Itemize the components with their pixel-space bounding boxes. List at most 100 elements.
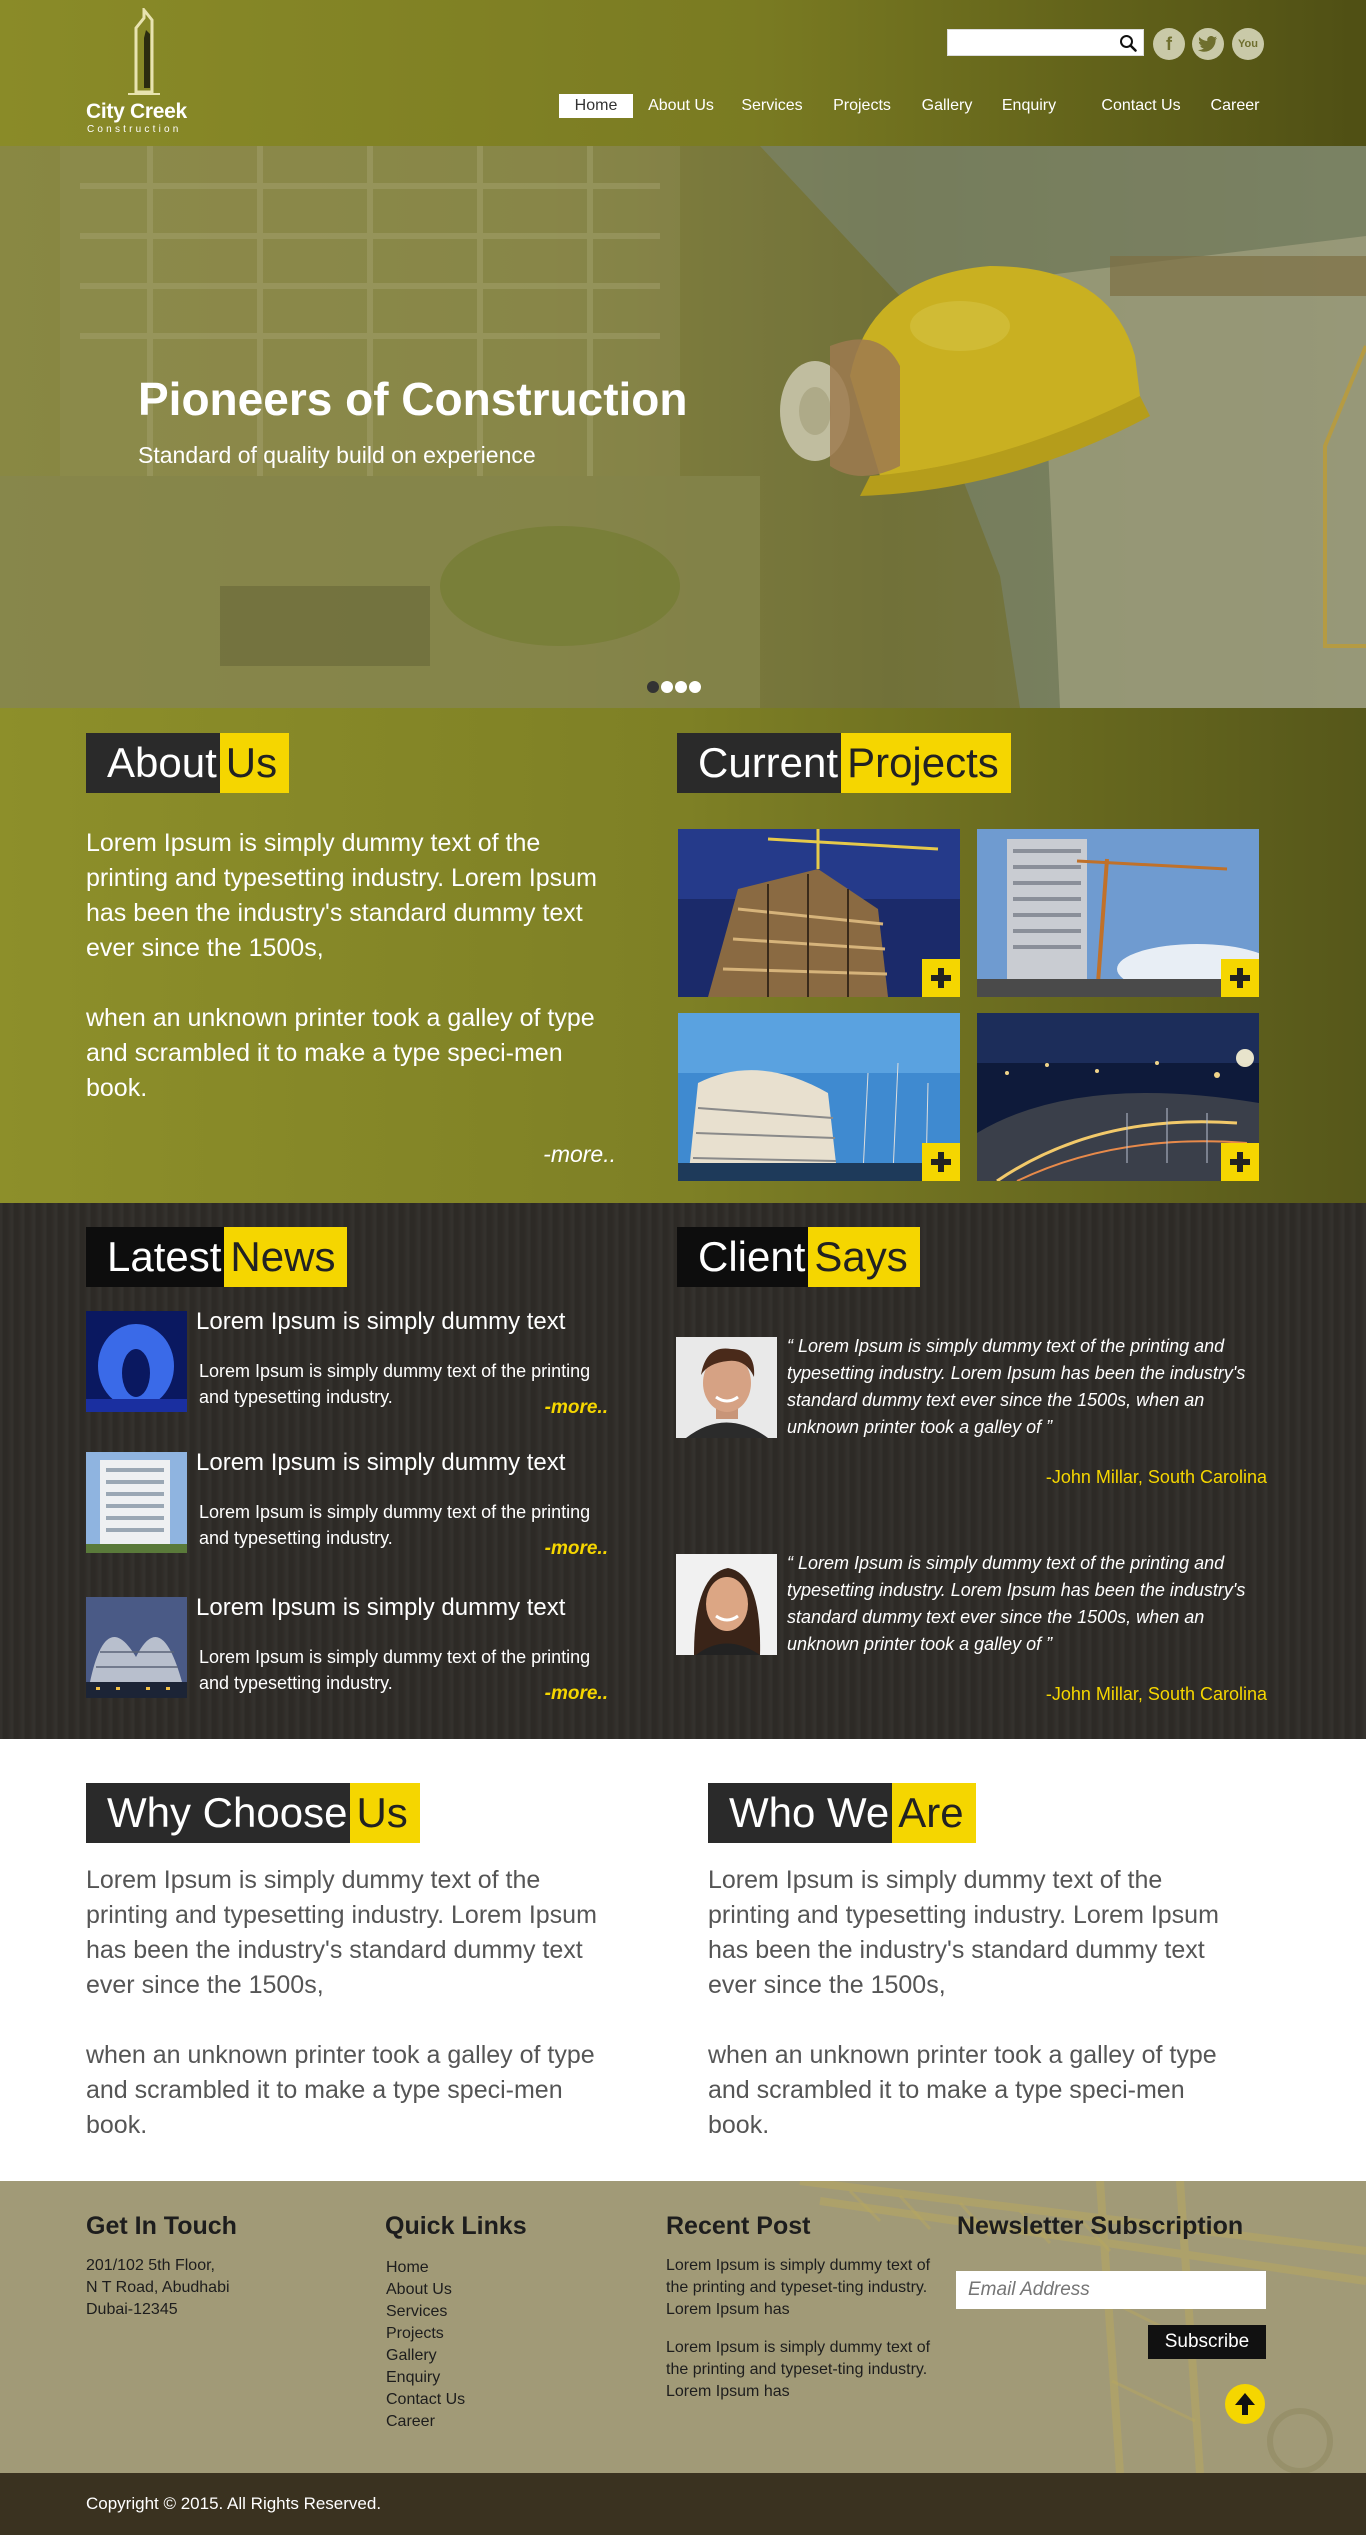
recent-post-1[interactable]: Lorem Ipsum is simply dummy text of the … xyxy=(666,2255,936,2321)
news-more-link[interactable]: -more.. xyxy=(538,1683,608,1705)
footer-link-career[interactable]: Career xyxy=(386,2411,465,2433)
nav-projects[interactable]: Projects xyxy=(827,94,897,118)
news-title[interactable]: Lorem Ipsum is simply dummy text xyxy=(196,1594,565,1622)
address-line-2: N T Road, Abudhabi xyxy=(86,2279,230,2296)
client-avatar-1 xyxy=(676,1337,777,1438)
why-who-section: Why Choose Us Lorem Ipsum is simply dumm… xyxy=(0,1739,1366,2181)
back-to-top-button[interactable] xyxy=(1225,2384,1265,2424)
news-item-2: Lorem Ipsum is simply dummy text Lorem I… xyxy=(86,1449,616,1559)
hero-slider: Pioneers of Construction Standard of qua… xyxy=(0,146,1366,708)
news-thumbnail-3[interactable] xyxy=(86,1597,187,1698)
who-heading-yellow: Are xyxy=(892,1783,976,1843)
plus-icon xyxy=(931,1152,951,1172)
slider-dot-4[interactable] xyxy=(689,681,701,693)
news-more-link[interactable]: -more.. xyxy=(538,1538,608,1560)
search-icon xyxy=(1120,35,1137,52)
project-card-1[interactable] xyxy=(678,829,960,997)
slider-dots xyxy=(647,681,703,693)
news-title[interactable]: Lorem Ipsum is simply dummy text xyxy=(196,1308,565,1336)
nav-contact-us[interactable]: Contact Us xyxy=(1095,94,1187,118)
slider-dot-1[interactable] xyxy=(647,681,659,693)
who-text: Lorem Ipsum is simply dummy text of the … xyxy=(708,1863,1248,2178)
facebook-link[interactable]: f xyxy=(1153,28,1185,60)
project-3-image xyxy=(678,1013,960,1181)
news-more-link[interactable]: -more.. xyxy=(538,1397,608,1419)
slider-dot-2[interactable] xyxy=(661,681,673,693)
about-paragraph-2: when an unknown printer took a galley of… xyxy=(86,1004,595,1102)
project-4-image xyxy=(977,1013,1259,1181)
project-1-plus-button[interactable] xyxy=(922,959,960,997)
slider-dot-3[interactable] xyxy=(675,681,687,693)
news-clients-section: Latest News Lorem Ipsum is simply dummy … xyxy=(0,1203,1366,1739)
hero-background-image xyxy=(0,146,1366,708)
nav-gallery[interactable]: Gallery xyxy=(915,94,979,118)
footer-link-home[interactable]: Home xyxy=(386,2257,465,2279)
project-card-3[interactable] xyxy=(678,1013,960,1181)
about-heading-yellow: Us xyxy=(219,733,290,793)
twitter-icon xyxy=(1198,36,1217,52)
footer-link-gallery[interactable]: Gallery xyxy=(386,2345,465,2367)
footer-link-about-us[interactable]: About Us xyxy=(386,2279,465,2301)
contact-address: 201/102 5th Floor, N T Road, Abudhabi Du… xyxy=(86,2255,230,2321)
news-title[interactable]: Lorem Ipsum is simply dummy text xyxy=(196,1449,565,1477)
news-1-image xyxy=(86,1311,187,1412)
news-thumbnail-2[interactable] xyxy=(86,1452,187,1553)
client-1-photo xyxy=(676,1337,777,1438)
project-3-plus-button[interactable] xyxy=(922,1143,960,1181)
project-card-4[interactable] xyxy=(977,1013,1259,1181)
youtube-link[interactable]: You xyxy=(1232,28,1264,60)
testimonial-quote: “ Lorem Ipsum is simply dummy text of th… xyxy=(787,1336,1246,1437)
news-item-1: Lorem Ipsum is simply dummy text Lorem I… xyxy=(86,1308,616,1418)
contact-heading: Get In Touch xyxy=(86,2212,237,2240)
brand-tagline: Construction xyxy=(87,124,182,135)
why-paragraph-1: Lorem Ipsum is simply dummy text of the … xyxy=(86,1866,597,1999)
twitter-link[interactable] xyxy=(1192,28,1224,60)
projects-heading-dark: Current xyxy=(677,733,842,793)
project-4-plus-button[interactable] xyxy=(1221,1143,1259,1181)
arrow-up-icon xyxy=(1235,2393,1255,2415)
main-nav: Home About Us Services Projects Gallery … xyxy=(559,94,1267,118)
project-2-plus-button[interactable] xyxy=(1221,959,1259,997)
news-thumbnail-1[interactable] xyxy=(86,1311,187,1412)
who-paragraph-2: when an unknown printer took a galley of… xyxy=(708,2041,1217,2139)
search-button[interactable] xyxy=(1115,31,1141,55)
footer-link-contact-us[interactable]: Contact Us xyxy=(386,2389,465,2411)
why-heading-dark: Why Choose xyxy=(86,1783,351,1843)
copyright-bar: Copyright © 2015. All Rights Reserved. xyxy=(0,2473,1366,2535)
clients-heading: Client Says xyxy=(677,1227,920,1287)
nav-career[interactable]: Career xyxy=(1204,94,1266,118)
recent-post-2[interactable]: Lorem Ipsum is simply dummy text of the … xyxy=(666,2337,936,2403)
footer-link-projects[interactable]: Projects xyxy=(386,2323,465,2345)
quick-links-list: Home About Us Services Projects Gallery … xyxy=(386,2257,465,2433)
youtube-icon: You xyxy=(1238,38,1258,50)
clients-heading-yellow: Says xyxy=(808,1227,920,1287)
why-text: Lorem Ipsum is simply dummy text of the … xyxy=(86,1863,626,2178)
testimonial-quote: “ Lorem Ipsum is simply dummy text of th… xyxy=(787,1553,1246,1654)
hero-subtitle: Standard of quality build on experience xyxy=(138,442,536,468)
subscribe-button[interactable]: Subscribe xyxy=(1148,2325,1266,2359)
project-card-2[interactable] xyxy=(977,829,1259,997)
why-heading-yellow: Us xyxy=(350,1783,420,1843)
copyright-text: Copyright © 2015. All Rights Reserved. xyxy=(86,2494,382,2513)
newsletter-email-input[interactable] xyxy=(956,2271,1266,2309)
nav-enquiry[interactable]: Enquiry xyxy=(996,94,1062,118)
projects-heading: Current Projects xyxy=(677,733,1011,793)
about-paragraph-1: Lorem Ipsum is simply dummy text of the … xyxy=(86,829,597,962)
nav-home[interactable]: Home xyxy=(559,94,633,118)
nav-services[interactable]: Services xyxy=(734,94,810,118)
who-paragraph-1: Lorem Ipsum is simply dummy text of the … xyxy=(708,1866,1219,1999)
client-2-photo xyxy=(676,1554,777,1655)
footer-link-enquiry[interactable]: Enquiry xyxy=(386,2367,465,2389)
footer-link-services[interactable]: Services xyxy=(386,2301,465,2323)
news-heading-dark: Latest xyxy=(86,1227,225,1287)
site-logo[interactable]: City Creek Construction xyxy=(86,8,206,138)
nav-about-us[interactable]: About Us xyxy=(641,94,721,118)
testimonial-author: -John Millar, South Carolina xyxy=(1045,1684,1267,1704)
about-more-link[interactable]: -more.. xyxy=(526,1141,616,1168)
brand-name: City Creek xyxy=(86,100,187,123)
search-input[interactable] xyxy=(948,30,1113,55)
site-footer: Get In Touch 201/102 5th Floor, N T Road… xyxy=(0,2181,1366,2473)
about-text: Lorem Ipsum is simply dummy text of the … xyxy=(86,826,626,1141)
recent-post-heading: Recent Post xyxy=(666,2212,811,2240)
plus-icon xyxy=(1230,968,1250,988)
